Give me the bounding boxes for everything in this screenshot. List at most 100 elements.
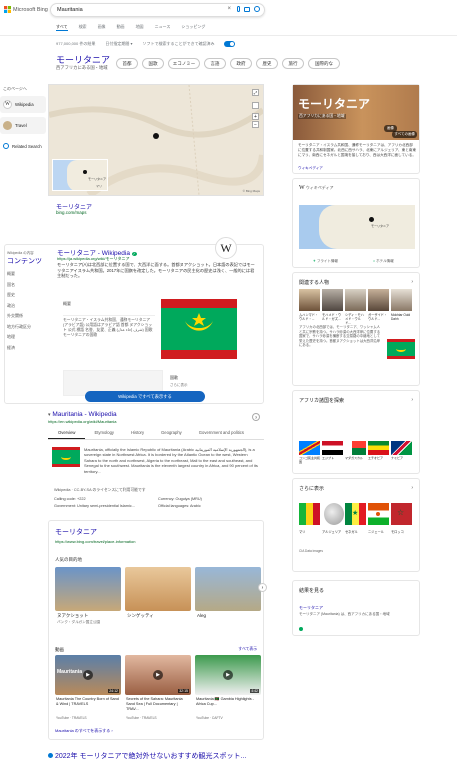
bing-logo[interactable]: Microsoft Bing bbox=[4, 6, 48, 13]
carousel-next-icon[interactable]: › bbox=[258, 583, 267, 592]
flag-caption[interactable]: アルジェリア bbox=[322, 529, 341, 534]
map-card[interactable]: モーリタニア マリ ⤢ + − © Bing Maps bbox=[48, 84, 264, 196]
search-icon[interactable] bbox=[254, 6, 260, 12]
toc-item[interactable]: 地方行政区分 bbox=[7, 324, 45, 330]
map-zoom-out-button[interactable]: − bbox=[252, 121, 259, 128]
flag-ethiopia[interactable] bbox=[368, 441, 389, 455]
tab-shopping[interactable]: ショッピング bbox=[181, 24, 205, 31]
camera-icon[interactable] bbox=[244, 7, 250, 12]
people-next-icon[interactable]: › bbox=[411, 279, 413, 285]
sidebar-item-wikipedia[interactable]: W Wikipedia bbox=[0, 95, 46, 113]
video-thumb[interactable]: ▶ 4:42 bbox=[195, 655, 261, 695]
flag-caption[interactable]: エチオピア bbox=[368, 456, 389, 461]
clear-icon[interactable]: × bbox=[227, 6, 231, 12]
en-wiki-title-text[interactable]: Mauritania - Wikipedia bbox=[52, 411, 116, 418]
place-name[interactable]: ヌアクショット bbox=[57, 613, 88, 619]
chip-language[interactable]: 言語 bbox=[204, 58, 226, 69]
results-item[interactable]: モーリタニア bbox=[299, 605, 323, 611]
tab-maps[interactable]: 地図 bbox=[136, 24, 144, 31]
panel-desc-source[interactable]: ウィキペディア bbox=[298, 166, 323, 171]
flag-drc[interactable] bbox=[299, 441, 320, 455]
video-title[interactable]: Mauritania 🇲🇷 Gambia Highlights - Africa… bbox=[196, 697, 260, 707]
flag-caption[interactable]: モロッコ bbox=[391, 529, 404, 534]
flag-namibia[interactable] bbox=[391, 441, 412, 455]
chip-capital[interactable]: 首都 bbox=[116, 58, 138, 69]
tab-etymology[interactable]: Etymology bbox=[86, 430, 122, 439]
microphone-icon[interactable] bbox=[237, 6, 240, 12]
more-next-icon[interactable]: › bbox=[411, 485, 413, 491]
person-photo[interactable] bbox=[322, 289, 343, 311]
tab-government[interactable]: Government and politics bbox=[191, 430, 252, 439]
chip-history[interactable]: 歴史 bbox=[256, 58, 278, 69]
toc-item[interactable]: 経済 bbox=[7, 345, 45, 351]
map-layers-icon[interactable] bbox=[252, 102, 259, 109]
video-title[interactable]: Secrets of the Sahara: Mauritania Sand S… bbox=[126, 697, 190, 712]
travel-url[interactable]: https://www.bing.com/travel/place-inform… bbox=[55, 539, 135, 544]
chip-international[interactable]: 国際的な bbox=[308, 58, 340, 69]
flight-info[interactable]: ✈ フライト情報 bbox=[313, 259, 338, 264]
person-name[interactable]: シディ・モハメド・ウルド... bbox=[345, 313, 366, 325]
flag-caption[interactable]: マリ bbox=[299, 529, 305, 534]
travel-more-link[interactable]: Mauritania のすべてを表示する › bbox=[55, 728, 113, 734]
toc-item[interactable]: 国名 bbox=[7, 282, 45, 288]
video-thumb[interactable]: Mauritania ▶ 24:12 bbox=[55, 655, 121, 695]
map-expand-icon[interactable]: ⤢ bbox=[252, 89, 259, 96]
safe-search-toggle[interactable] bbox=[224, 41, 236, 47]
date-filter[interactable]: 日付指定期間 ▾ bbox=[105, 41, 132, 47]
toc-item[interactable]: 政治 bbox=[7, 303, 45, 309]
en-wiki-title[interactable]: ▾ Mauritania - Wikipedia bbox=[48, 411, 264, 418]
sidebar-item-related-search[interactable]: Related Search bbox=[0, 138, 46, 155]
panel-hero[interactable]: モーリタニア 西アフリカにある国・地域 画像 すべての画像 bbox=[293, 85, 419, 140]
flag-caption[interactable]: セネガル bbox=[345, 529, 358, 534]
wiki-cta-button[interactable]: Wikipedia ですべて表示する bbox=[85, 391, 205, 402]
bottom-result-text[interactable]: 2022年 モーリタニアで絶対外せないおすすめ観光スポット... bbox=[55, 753, 246, 760]
map-inset[interactable]: モーリタニア マリ bbox=[52, 159, 108, 191]
tab-search[interactable]: 検索 bbox=[79, 24, 87, 31]
place-card[interactable] bbox=[125, 567, 191, 611]
toc-item[interactable]: 地理 bbox=[7, 334, 45, 340]
tab-images[interactable]: 画像 bbox=[98, 24, 106, 31]
tab-overview[interactable]: Overview bbox=[48, 430, 86, 439]
person-photo[interactable] bbox=[299, 289, 320, 311]
tab-all[interactable]: すべて bbox=[56, 24, 68, 31]
place-name[interactable]: シンゲッティ bbox=[127, 613, 154, 619]
flag-egypt[interactable] bbox=[322, 441, 343, 455]
chip-government[interactable]: 政府 bbox=[230, 58, 252, 69]
toc-item[interactable]: 外交関係 bbox=[7, 313, 45, 319]
bottom-result-title[interactable]: 2022年 モーリタニアで絶対外せないおすすめ観光スポット... bbox=[48, 751, 246, 761]
flag-caption[interactable]: エジプト bbox=[322, 456, 343, 461]
hotel-info[interactable]: ⌂ ホテル情報 bbox=[373, 259, 394, 264]
algeria-globe-icon[interactable] bbox=[324, 503, 344, 525]
search-input[interactable]: Mauritania bbox=[57, 7, 83, 13]
all-images-button[interactable]: すべての画像 bbox=[392, 131, 417, 138]
travel-title[interactable]: モーリタニア bbox=[55, 527, 97, 537]
flag-caption[interactable]: マダガスカル bbox=[345, 456, 366, 461]
wiki-more-label[interactable]: さらに表示 bbox=[170, 383, 188, 388]
person-name[interactable]: Mokhtar Ould Dahh bbox=[391, 313, 412, 321]
flag-caption[interactable]: ニジェール bbox=[368, 529, 384, 534]
africa-next-icon[interactable]: › bbox=[411, 397, 413, 403]
map-pin-icon[interactable] bbox=[153, 133, 159, 139]
tab-news[interactable]: ニュース bbox=[155, 24, 171, 31]
person-photo[interactable] bbox=[345, 289, 366, 311]
help-icon[interactable]: ? bbox=[252, 413, 260, 421]
flag-mali[interactable] bbox=[299, 503, 320, 525]
en-wiki-url[interactable]: https://en.wikipedia.org/wiki/Mauritania bbox=[48, 419, 264, 424]
place-card[interactable] bbox=[195, 567, 261, 611]
place-name[interactable]: Aleg bbox=[197, 613, 206, 618]
sidebar-item-travel[interactable]: Travel bbox=[0, 116, 46, 134]
video-title[interactable]: Mauritania The Country Born of Sand & Wi… bbox=[56, 697, 120, 707]
tab-geography[interactable]: Geography bbox=[153, 430, 190, 439]
videos-more-link[interactable]: すべて表示 bbox=[238, 647, 257, 652]
panel-map[interactable]: モーリタニア bbox=[299, 205, 415, 249]
video-thumb[interactable]: ▶ 32:15 bbox=[125, 655, 191, 695]
map-zoom-in-button[interactable]: + bbox=[252, 113, 259, 120]
map-url[interactable]: bing.com/maps bbox=[56, 210, 87, 215]
flag-senegal[interactable]: ★ bbox=[345, 503, 366, 525]
chip-travel[interactable]: 旅行 bbox=[282, 58, 304, 69]
chip-anthem[interactable]: 国歌 bbox=[142, 58, 164, 69]
person-name[interactable]: ムハンマド・ウルド・... bbox=[299, 313, 320, 321]
flag-caption[interactable]: コンゴ民主共和国 bbox=[299, 456, 320, 465]
flag-niger[interactable] bbox=[368, 503, 389, 525]
flag-morocco[interactable]: ☆ bbox=[391, 503, 412, 525]
